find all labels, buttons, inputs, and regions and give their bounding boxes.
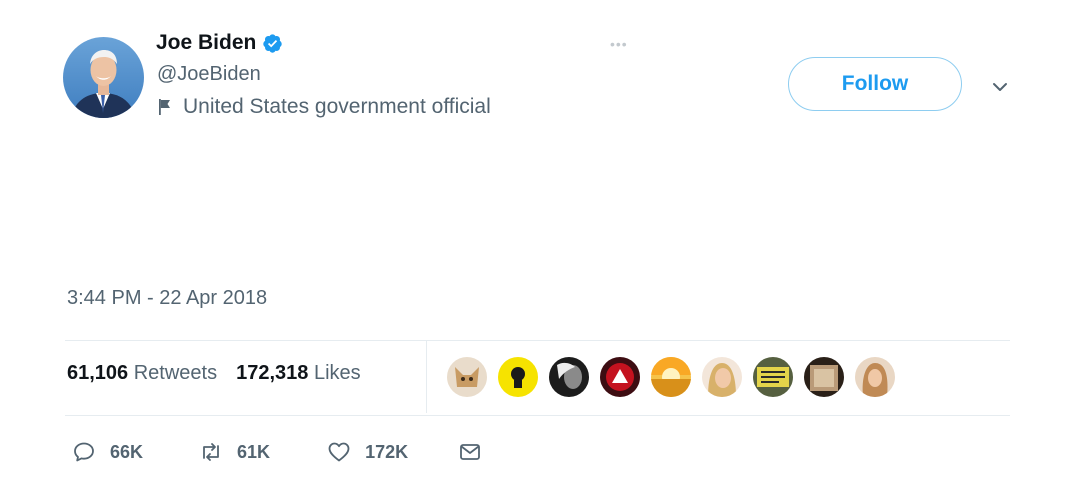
liker-avatars xyxy=(446,356,896,398)
tweet-timestamp[interactable]: 3:44 PM - 22 Apr 2018 xyxy=(67,287,267,310)
likes-count: 172,318 xyxy=(236,362,309,384)
author-avatar[interactable] xyxy=(63,37,144,118)
tweet-stats: 61,106 Retweets 172,318 Likes xyxy=(67,362,361,385)
retweets-label: Retweets xyxy=(133,362,218,384)
liker-avatar[interactable] xyxy=(497,356,539,398)
share-button[interactable] xyxy=(458,440,482,464)
reply-icon xyxy=(74,442,94,462)
affiliation-label: United States government official xyxy=(183,95,491,118)
liker-avatar[interactable] xyxy=(599,356,641,398)
flag-icon xyxy=(159,99,170,115)
reply-count: 66K xyxy=(110,441,144,462)
verified-badge-icon xyxy=(263,33,283,53)
author-handle[interactable]: @JoeBiden xyxy=(157,63,261,86)
mail-icon xyxy=(460,444,480,460)
author-affiliation: United States government official xyxy=(157,95,491,119)
liker-avatar[interactable] xyxy=(548,356,590,398)
retweet-icon xyxy=(203,443,219,461)
liker-avatar[interactable] xyxy=(803,356,845,398)
retweet-button[interactable]: 61K xyxy=(199,440,270,464)
liker-avatar[interactable] xyxy=(752,356,794,398)
liker-avatar[interactable] xyxy=(446,356,488,398)
retweets-count: 61,106 xyxy=(67,362,129,384)
tweet-actions: 66K 61K 172K xyxy=(72,440,482,464)
liker-avatar[interactable] xyxy=(854,356,896,398)
like-count: 172K xyxy=(365,441,409,462)
likes-label: Likes xyxy=(313,362,361,384)
author-name-row[interactable]: Joe Biden xyxy=(156,31,283,55)
more-dots-icon[interactable]: ••• xyxy=(610,36,628,52)
follow-button[interactable]: Follow xyxy=(788,57,962,111)
likes-stat[interactable]: 172,318 Likes xyxy=(236,362,361,385)
liker-avatar[interactable] xyxy=(701,356,743,398)
retweets-stat[interactable]: 61,106 Retweets xyxy=(67,362,217,385)
retweet-count: 61K xyxy=(237,441,271,462)
tweet-card: Joe Biden @JoeBiden United States govern… xyxy=(0,0,1077,480)
author-display-name[interactable]: Joe Biden xyxy=(156,31,256,55)
stats-divider xyxy=(426,341,427,413)
chevron-down-icon[interactable] xyxy=(989,76,1011,98)
liker-avatar[interactable] xyxy=(650,356,692,398)
divider xyxy=(65,340,1010,341)
reply-button[interactable]: 66K xyxy=(72,440,143,464)
like-button[interactable]: 172K xyxy=(327,440,408,464)
heart-icon xyxy=(328,442,350,462)
divider xyxy=(65,415,1010,416)
